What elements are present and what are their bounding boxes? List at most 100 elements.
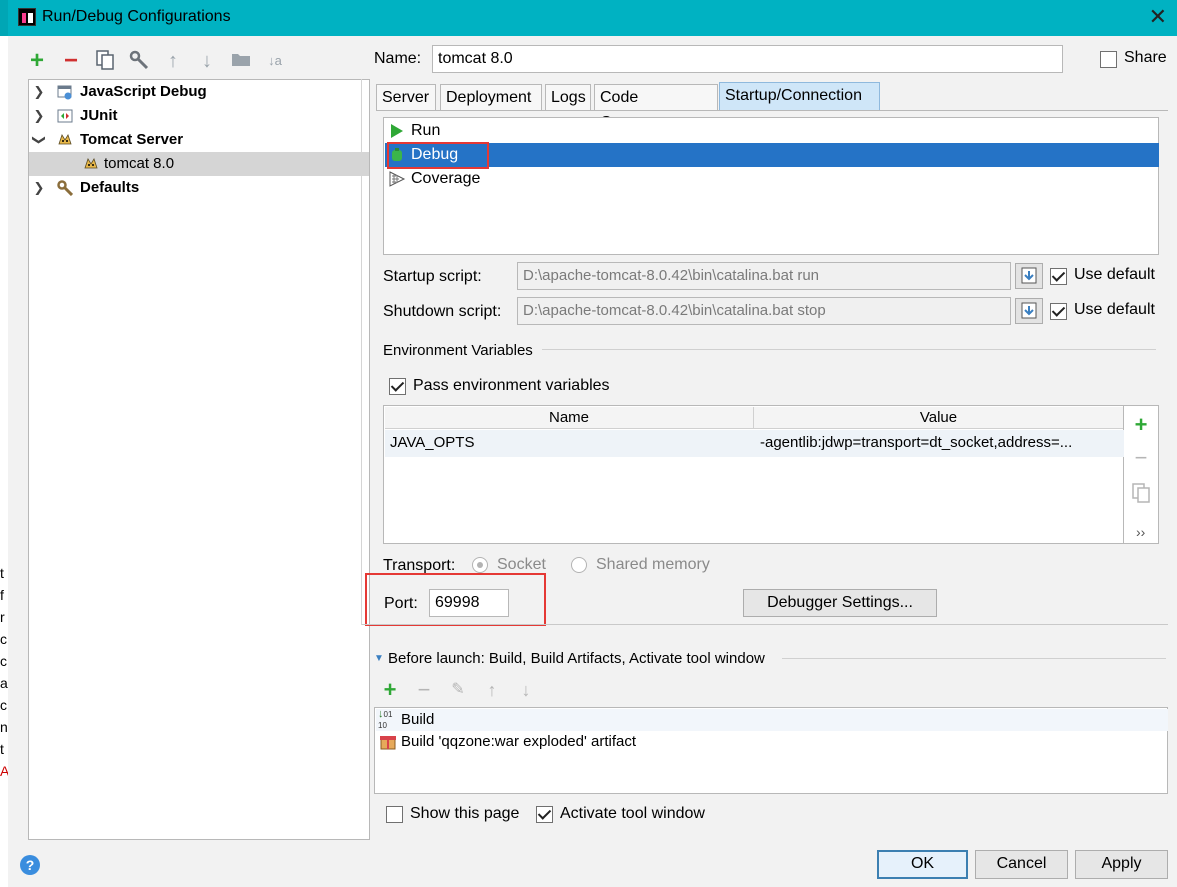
tab-server[interactable]: Server (376, 84, 436, 110)
browse-startup-button[interactable] (1015, 263, 1043, 289)
title-bar: Run/Debug Configurations ✕ (8, 0, 1177, 36)
shared-memory-radio[interactable] (571, 557, 587, 573)
socket-radio[interactable] (472, 557, 488, 573)
window-title: Run/Debug Configurations (42, 8, 231, 25)
before-launch-list[interactable]: ↓01 10 Build Build 'qqzone:war exploded' … (374, 707, 1168, 794)
apply-button[interactable]: Apply (1075, 850, 1168, 879)
chevron-right-icon[interactable]: ❯ (32, 80, 46, 104)
run-debug-dialog: Run/Debug Configurations ✕ + − ↑ ↓ ↓a z … (8, 0, 1177, 887)
remove-task-button[interactable]: − (414, 679, 434, 701)
tree-item-tomcat-8-0[interactable]: tomcat 8.0 (29, 152, 369, 176)
close-icon[interactable]: ✕ (1149, 4, 1167, 30)
chevron-right-icon[interactable]: ❯ (32, 104, 46, 128)
wrench-icon (129, 50, 149, 70)
browse-shutdown-button[interactable] (1015, 298, 1043, 324)
chevron-right-icon[interactable]: ❯ (32, 176, 46, 200)
name-input[interactable]: tomcat 8.0 (432, 45, 1063, 73)
env-row-name: JAVA_OPTS (390, 434, 475, 451)
tab-code-coverage[interactable]: Code Coverage (594, 84, 718, 131)
wrench-icon (57, 180, 73, 196)
pencil-icon: ✎ (451, 681, 465, 698)
add-task-button[interactable]: + (380, 679, 400, 701)
tree-item-label: Tomcat Server (80, 131, 184, 148)
run-icon (391, 124, 403, 138)
highlight-debug-box (387, 142, 489, 169)
background-window-strip: t f r c c a c n t A (0, 36, 9, 887)
tab-underline (376, 110, 1168, 111)
add-configuration-button[interactable]: + (26, 49, 48, 73)
tab-logs[interactable]: Logs (545, 84, 591, 110)
mode-label: Coverage (411, 170, 481, 187)
mode-label: Run (411, 122, 441, 139)
remove-configuration-button[interactable]: − (60, 49, 82, 73)
use-default-label: Use default (1074, 301, 1155, 318)
tree-item-label: JUnit (80, 107, 118, 124)
js-debug-icon (57, 85, 72, 100)
tree-item-javascript-debug[interactable]: ❯ JavaScript Debug (29, 80, 369, 104)
tree-item-junit[interactable]: ❯ JUnit (29, 104, 369, 128)
env-col-name[interactable]: Name (385, 407, 754, 429)
move-task-down-button[interactable]: ↓ (516, 679, 536, 701)
tree-item-label: JavaScript Debug (80, 83, 207, 100)
shutdown-script-input[interactable]: D:\apache-tomcat-8.0.42\bin\catalina.bat… (517, 297, 1011, 325)
tree-item-defaults[interactable]: ❯ Defaults (29, 176, 369, 200)
move-task-up-button[interactable]: ↑ (482, 679, 502, 701)
pass-env-checkbox[interactable] (389, 378, 406, 395)
coverage-icon (389, 171, 406, 187)
copy-configuration-button[interactable] (94, 50, 116, 75)
use-default-label: Use default (1074, 266, 1155, 283)
folder-icon (232, 54, 250, 66)
mode-item-debug[interactable]: Debug (385, 143, 1159, 167)
move-up-button[interactable]: ↑ (162, 50, 184, 72)
list-item[interactable]: ↓01 10 Build (376, 709, 1168, 731)
tab-deployment[interactable]: Deployment (440, 84, 542, 110)
mode-item-coverage[interactable]: Coverage (385, 167, 1159, 191)
show-page-checkbox[interactable] (386, 806, 403, 823)
edit-defaults-button[interactable] (128, 50, 150, 75)
cancel-button[interactable]: Cancel (975, 850, 1068, 879)
startup-script-input[interactable]: D:\apache-tomcat-8.0.42\bin\catalina.bat… (517, 262, 1011, 290)
env-table[interactable]: Name Value JAVA_OPTS -agentlib:jdwp=tran… (383, 405, 1124, 544)
edit-task-button[interactable]: ✎ (448, 679, 468, 701)
tree-item-tomcat-server[interactable]: ❯ Tomcat Server (29, 128, 369, 152)
before-launch-item-label: Build (401, 711, 435, 728)
share-checkbox[interactable] (1100, 51, 1117, 68)
show-page-label: Show this page (410, 805, 520, 822)
table-row[interactable]: JAVA_OPTS -agentlib:jdwp=transport=dt_so… (385, 430, 1124, 457)
before-launch-title[interactable]: Before launch: Build, Build Artifacts, A… (388, 650, 765, 667)
activate-tool-window-checkbox[interactable] (536, 806, 553, 823)
mode-item-run[interactable]: Run (385, 119, 1159, 143)
add-env-button[interactable]: + (1131, 414, 1151, 436)
bg-fragment: n (0, 719, 8, 735)
folder-button[interactable] (230, 50, 252, 73)
bg-fragment: t (0, 741, 4, 757)
remove-env-button[interactable]: − (1131, 447, 1151, 469)
env-col-value[interactable]: Value (754, 407, 1123, 429)
highlight-port-box (365, 573, 546, 626)
expand-triangle-icon[interactable]: ▼ (374, 653, 384, 664)
tab-startup-connection[interactable]: Startup/Connection (719, 82, 880, 110)
bg-fragment: c (0, 653, 7, 669)
startup-use-default-checkbox[interactable] (1050, 268, 1067, 285)
startup-script-label: Startup script: (383, 268, 482, 285)
copy-env-button[interactable] (1132, 483, 1150, 507)
list-item[interactable]: Build 'qqzone:war exploded' artifact (376, 731, 1168, 753)
mode-list[interactable]: Run Debug Coverage (383, 117, 1159, 255)
move-down-button[interactable]: ↓ (196, 50, 218, 72)
debugger-settings-button[interactable]: Debugger Settings... (743, 589, 937, 617)
more-env-button[interactable]: ›› (1136, 524, 1145, 540)
share-label: Share (1124, 49, 1167, 66)
panel-bottom-border (362, 624, 1168, 625)
artifact-icon (380, 736, 396, 750)
configuration-tree[interactable]: ❯ JavaScript Debug ❯ JUnit ❯ Tomcat Serv… (28, 79, 370, 840)
splitter[interactable] (361, 79, 362, 625)
junit-icon (57, 109, 73, 123)
pass-env-label: Pass environment variables (413, 377, 610, 394)
tree-item-label: tomcat 8.0 (104, 155, 175, 172)
bg-fragment: c (0, 697, 7, 713)
ok-button[interactable]: OK (877, 850, 968, 879)
help-button[interactable]: ? (20, 855, 40, 875)
chevron-down-icon[interactable]: ❯ (27, 133, 51, 147)
shutdown-use-default-checkbox[interactable] (1050, 303, 1067, 320)
intellij-logo-icon (18, 8, 36, 26)
